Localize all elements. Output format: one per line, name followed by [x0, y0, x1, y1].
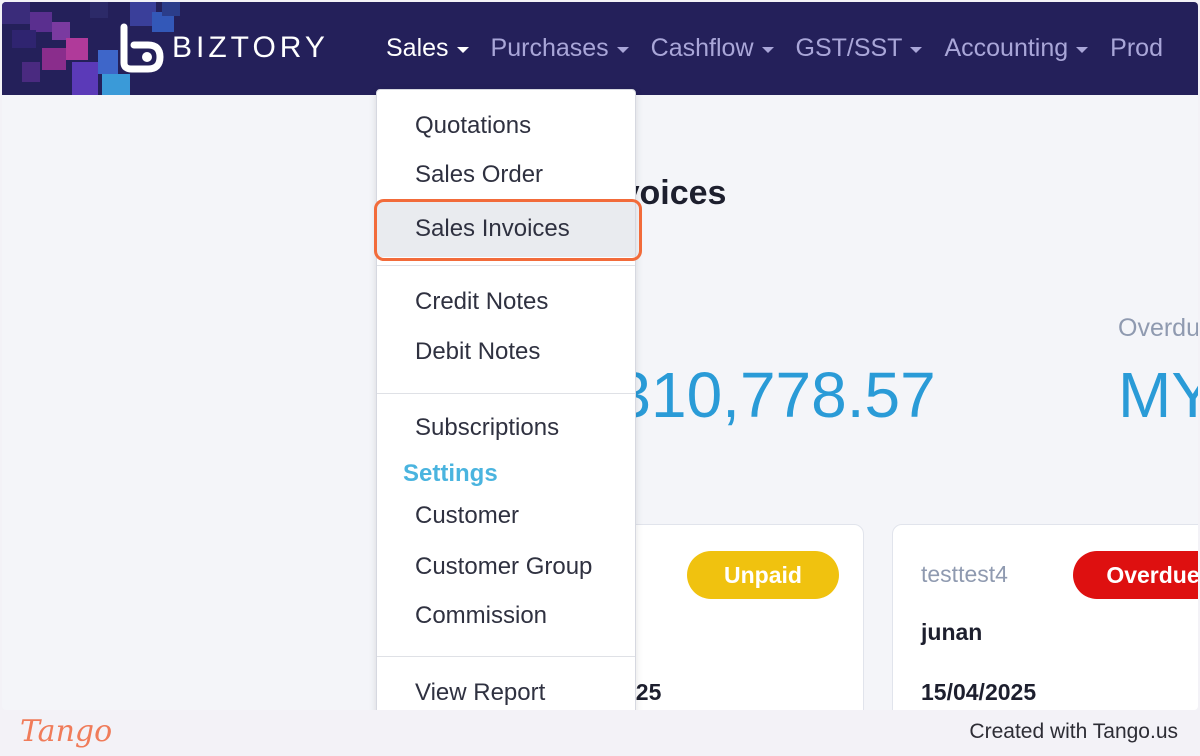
tango-logo: Tango [20, 714, 113, 749]
chevron-down-icon [616, 46, 629, 53]
nav-purchases-label: Purchases [490, 34, 609, 62]
invoice-reference: testtest4 [921, 561, 1008, 587]
chevron-down-icon [910, 46, 923, 53]
created-with-label: Created with Tango.us [969, 720, 1178, 743]
menu-divider [377, 265, 635, 266]
nav-accounting[interactable]: Accounting [944, 34, 1089, 63]
nav-accounting-label: Accounting [944, 34, 1069, 62]
brand-logo[interactable]: BIZTORY [114, 22, 329, 74]
customer-name: junan [921, 619, 983, 645]
nav-sales[interactable]: Sales [386, 34, 469, 63]
menu-item-credit-notes[interactable]: Credit Notes [377, 288, 635, 316]
menu-item-quotations[interactable]: Quotations [377, 112, 635, 140]
menu-item-view-report[interactable]: View Report [377, 679, 635, 707]
menu-divider [377, 393, 635, 394]
overdue-amount: MY [1118, 359, 1198, 431]
nav-purchases[interactable]: Purchases [491, 34, 629, 63]
menu-divider [377, 656, 635, 657]
sales-dropdown-menu: Quotations Sales Order Sales Invoices Cr… [376, 89, 636, 710]
app-window: BIZTORY Sales Purchases Cashflow GST/SST… [2, 2, 1198, 710]
menu-item-customer[interactable]: Customer [377, 502, 635, 530]
menu-item-subscriptions[interactable]: Subscriptions [377, 414, 635, 442]
nav-cashflow-label: Cashflow [650, 34, 754, 62]
tango-footer: Tango Created with Tango.us [0, 710, 1200, 756]
nav-cashflow[interactable]: Cashflow [651, 34, 774, 63]
overdue-label: Overdu [1118, 314, 1198, 342]
chevron-down-icon [456, 46, 469, 53]
nav-gst-sst-label: GST/SST [795, 34, 903, 62]
biztory-logo-icon [120, 23, 164, 73]
nav-products-label: Prod [1110, 34, 1163, 62]
chevron-down-icon [761, 46, 774, 53]
chevron-down-icon [1076, 46, 1089, 53]
status-badge: Overdue [1073, 551, 1198, 599]
menu-item-sales-invoices[interactable]: Sales Invoices [377, 201, 635, 257]
invoice-date: 15/04/2025 [921, 679, 1037, 705]
menu-item-sales-order[interactable]: Sales Order [377, 161, 635, 189]
menu-item-debit-notes[interactable]: Debit Notes [377, 338, 635, 366]
brand-name: BIZTORY [172, 31, 329, 64]
nav-sales-label: Sales [386, 34, 449, 62]
nav-products[interactable]: Prod [1110, 34, 1163, 63]
invoice-card[interactable]: testtest4 Overdue junan 15/04/2025 [892, 524, 1198, 710]
menu-item-commission[interactable]: Commission [377, 602, 635, 630]
top-navbar: BIZTORY Sales Purchases Cashflow GST/SST… [2, 2, 1198, 95]
menu-item-customer-group[interactable]: Customer Group [377, 553, 635, 581]
status-badge: Unpaid [687, 551, 839, 599]
menu-heading-settings: Settings [403, 460, 498, 487]
main-nav: Sales Purchases Cashflow GST/SST Account… [386, 2, 1185, 95]
nav-gst-sst[interactable]: GST/SST [796, 34, 923, 63]
